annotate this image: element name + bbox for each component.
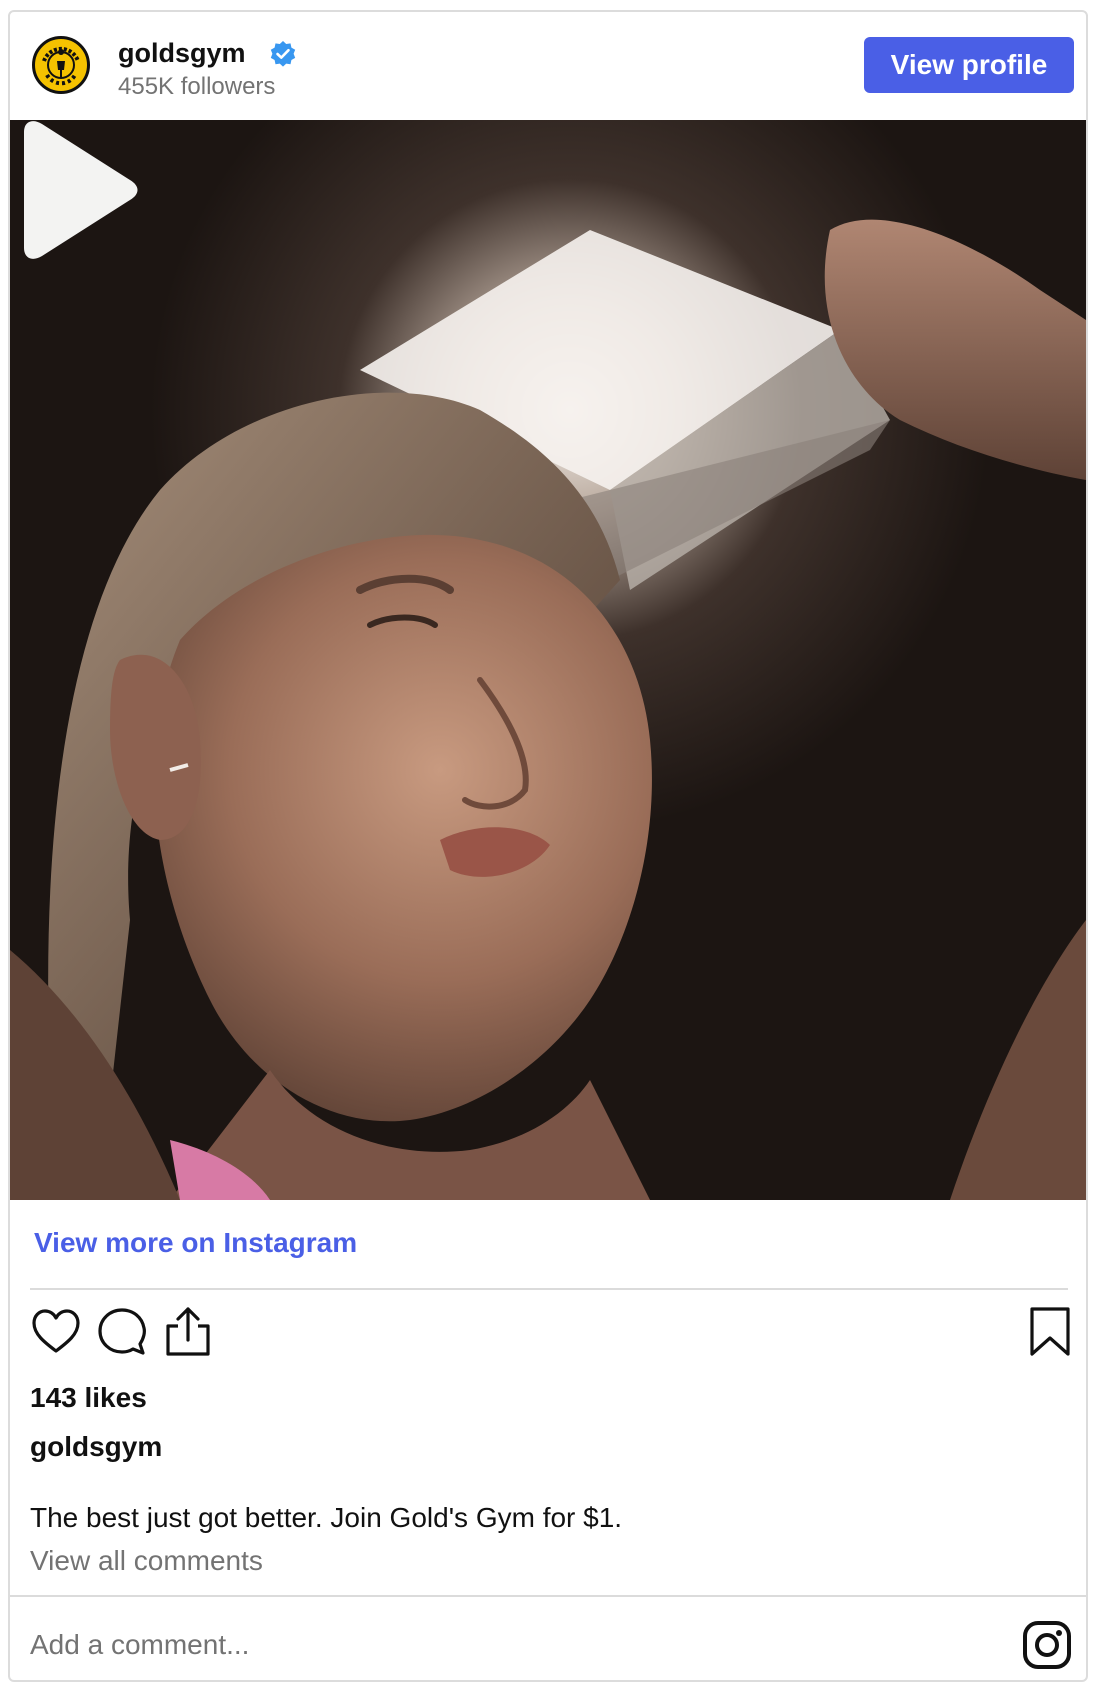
view-all-comments-link[interactable]: View all comments <box>30 1545 263 1577</box>
avatar[interactable] <box>32 36 90 94</box>
bookmark-icon[interactable] <box>1024 1306 1076 1358</box>
comment-bubble-icon[interactable] <box>96 1306 148 1358</box>
post-video[interactable] <box>10 120 1086 1200</box>
golds-gym-logo <box>37 41 85 89</box>
instagram-logo-icon[interactable] <box>1022 1620 1072 1670</box>
caption-username[interactable]: goldsgym <box>30 1431 162 1463</box>
likes-count[interactable]: 143 likes <box>30 1382 147 1414</box>
video-thumbnail <box>10 120 1086 1200</box>
add-comment-input[interactable]: Add a comment... <box>30 1629 249 1661</box>
heart-icon[interactable] <box>30 1306 82 1358</box>
view-profile-button[interactable]: View profile <box>864 37 1074 93</box>
username[interactable]: goldsgym <box>118 38 246 69</box>
share-icon[interactable] <box>162 1306 214 1358</box>
view-more-link[interactable]: View more on Instagram <box>34 1227 357 1259</box>
followers-count: 455K followers <box>118 73 276 100</box>
play-icon[interactable] <box>10 120 140 260</box>
post-caption: The best just got better. Join Gold's Gy… <box>30 1502 623 1533</box>
instagram-embed-card: goldsgym 455K followers View profile Vie… <box>8 10 1088 1682</box>
verified-badge-icon <box>270 41 296 67</box>
post-header: goldsgym 455K followers View profile <box>10 12 1086 120</box>
divider <box>10 1595 1086 1597</box>
divider <box>30 1288 1068 1290</box>
